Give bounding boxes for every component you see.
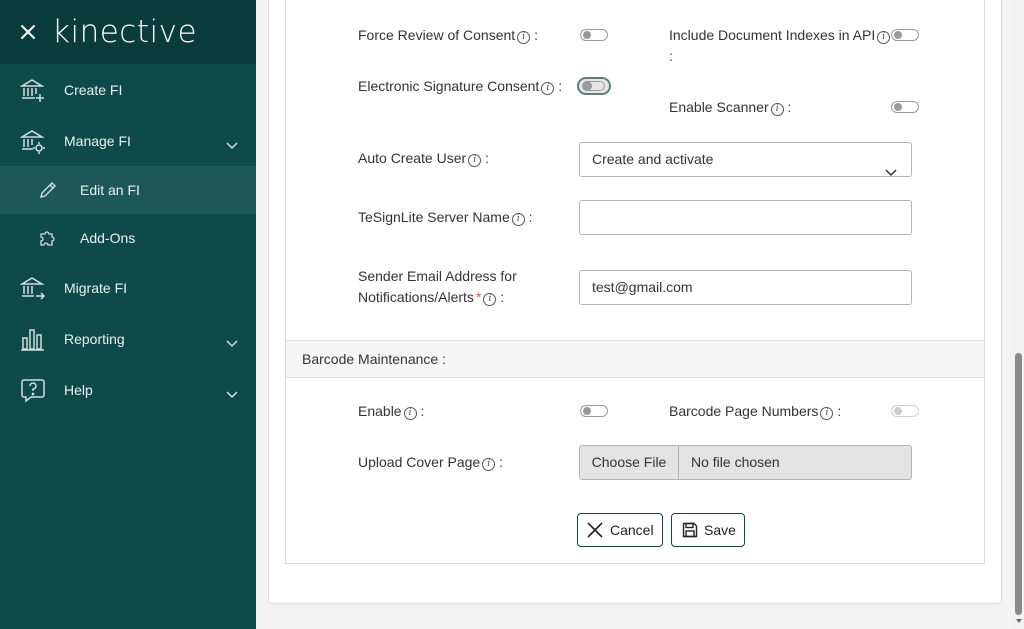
sidebar-item-label: Migrate FI bbox=[64, 279, 128, 296]
sidebar-item-edit-fi[interactable]: Edit an FI bbox=[0, 166, 256, 214]
force-review-toggle[interactable] bbox=[580, 29, 608, 41]
esign-consent-label: Electronic Signature Consent i : bbox=[358, 78, 563, 95]
sidebar-item-label: Manage FI bbox=[64, 132, 131, 149]
bank-arrow-icon bbox=[19, 275, 46, 301]
puzzle-icon bbox=[38, 228, 58, 248]
info-icon[interactable]: i bbox=[820, 407, 834, 420]
tesign-server-input[interactable] bbox=[579, 200, 912, 235]
info-icon[interactable]: i bbox=[403, 407, 417, 420]
chevron-down-icon[interactable] bbox=[226, 137, 238, 149]
sidebar-item-label: Create FI bbox=[64, 81, 123, 98]
pencil-icon bbox=[38, 180, 58, 200]
info-icon[interactable]: i bbox=[482, 458, 496, 471]
info-icon[interactable]: i bbox=[468, 154, 482, 167]
sidebar-item-manage-fi[interactable]: Manage FI bbox=[0, 115, 256, 166]
esign-consent-toggle[interactable] bbox=[577, 77, 611, 95]
chevron-down-icon[interactable] bbox=[226, 386, 238, 398]
chevron-down-icon[interactable] bbox=[226, 335, 238, 347]
upload-cover-file-input[interactable]: Choose File No file chosen bbox=[579, 445, 912, 480]
sidebar-item-migrate-fi[interactable]: Migrate FI bbox=[0, 262, 256, 313]
force-review-label: Force Review of Consent i : bbox=[358, 27, 538, 44]
info-icon[interactable]: i bbox=[541, 82, 555, 95]
chevron-down-icon bbox=[885, 156, 897, 177]
bank-gear-icon bbox=[19, 128, 46, 154]
barcode-page-numbers-toggle[interactable] bbox=[891, 405, 919, 417]
info-icon[interactable]: i bbox=[517, 31, 531, 44]
save-button[interactable]: Save bbox=[671, 513, 745, 547]
info-icon[interactable]: i bbox=[770, 103, 784, 116]
scrollbar[interactable] bbox=[1013, 0, 1024, 629]
sidebar-item-label: Help bbox=[64, 381, 93, 398]
auto-create-user-label: Auto Create User i : bbox=[358, 150, 489, 167]
sidebar: kinective Create FI Manage FI Edit an FI… bbox=[0, 0, 256, 629]
close-icon bbox=[587, 522, 603, 538]
sidebar-item-label: Edit an FI bbox=[80, 182, 140, 198]
sidebar-item-help[interactable]: Help bbox=[0, 364, 256, 415]
barcode-page-numbers-label: Barcode Page Numbers i : bbox=[669, 403, 842, 420]
file-status: No file chosen bbox=[691, 454, 780, 470]
upload-cover-label: Upload Cover Page i : bbox=[358, 454, 503, 471]
info-icon[interactable]: i bbox=[877, 31, 891, 44]
bar-chart-icon bbox=[20, 326, 46, 352]
include-doc-indexes-label: Include Document Indexes in API i : bbox=[669, 25, 909, 67]
floppy-disk-icon bbox=[682, 522, 698, 538]
barcode-enable-toggle[interactable] bbox=[580, 405, 608, 417]
scroll-down-arrow-icon[interactable] bbox=[1016, 619, 1022, 623]
tesign-server-label: TeSignLite Server Name i : bbox=[358, 209, 533, 226]
sidebar-item-label: Reporting bbox=[64, 330, 125, 347]
info-icon[interactable]: i bbox=[483, 293, 497, 306]
barcode-section-header: Barcode Maintenance : bbox=[286, 340, 984, 378]
sidebar-item-label: Add-Ons bbox=[80, 230, 136, 246]
enable-scanner-toggle[interactable] bbox=[891, 101, 919, 113]
include-doc-indexes-toggle[interactable] bbox=[891, 29, 919, 41]
sidebar-item-add-ons[interactable]: Add-Ons bbox=[0, 214, 256, 262]
kinective-logo: kinective bbox=[52, 13, 198, 50]
barcode-enable-label: Enable i : bbox=[358, 403, 425, 420]
choose-file-button[interactable]: Choose File bbox=[580, 446, 679, 479]
sender-email-label: Sender Email Address for Notifications/A… bbox=[358, 268, 517, 306]
auto-create-user-select[interactable]: Create and activate bbox=[579, 142, 912, 177]
enable-scanner-label: Enable Scanner i : bbox=[669, 99, 792, 116]
close-icon[interactable] bbox=[18, 22, 38, 42]
scrollbar-thumb[interactable] bbox=[1015, 353, 1022, 615]
sidebar-item-reporting[interactable]: Reporting bbox=[0, 313, 256, 364]
required-marker: * bbox=[475, 289, 482, 305]
bank-plus-icon bbox=[19, 77, 46, 103]
sidebar-header: kinective bbox=[0, 0, 256, 64]
sidebar-item-create-fi[interactable]: Create FI bbox=[0, 64, 256, 115]
cancel-button[interactable]: Cancel bbox=[577, 513, 663, 547]
info-icon[interactable]: i bbox=[511, 213, 525, 226]
question-bubble-icon bbox=[20, 377, 46, 403]
sender-email-input[interactable]: test@gmail.com bbox=[579, 270, 912, 305]
